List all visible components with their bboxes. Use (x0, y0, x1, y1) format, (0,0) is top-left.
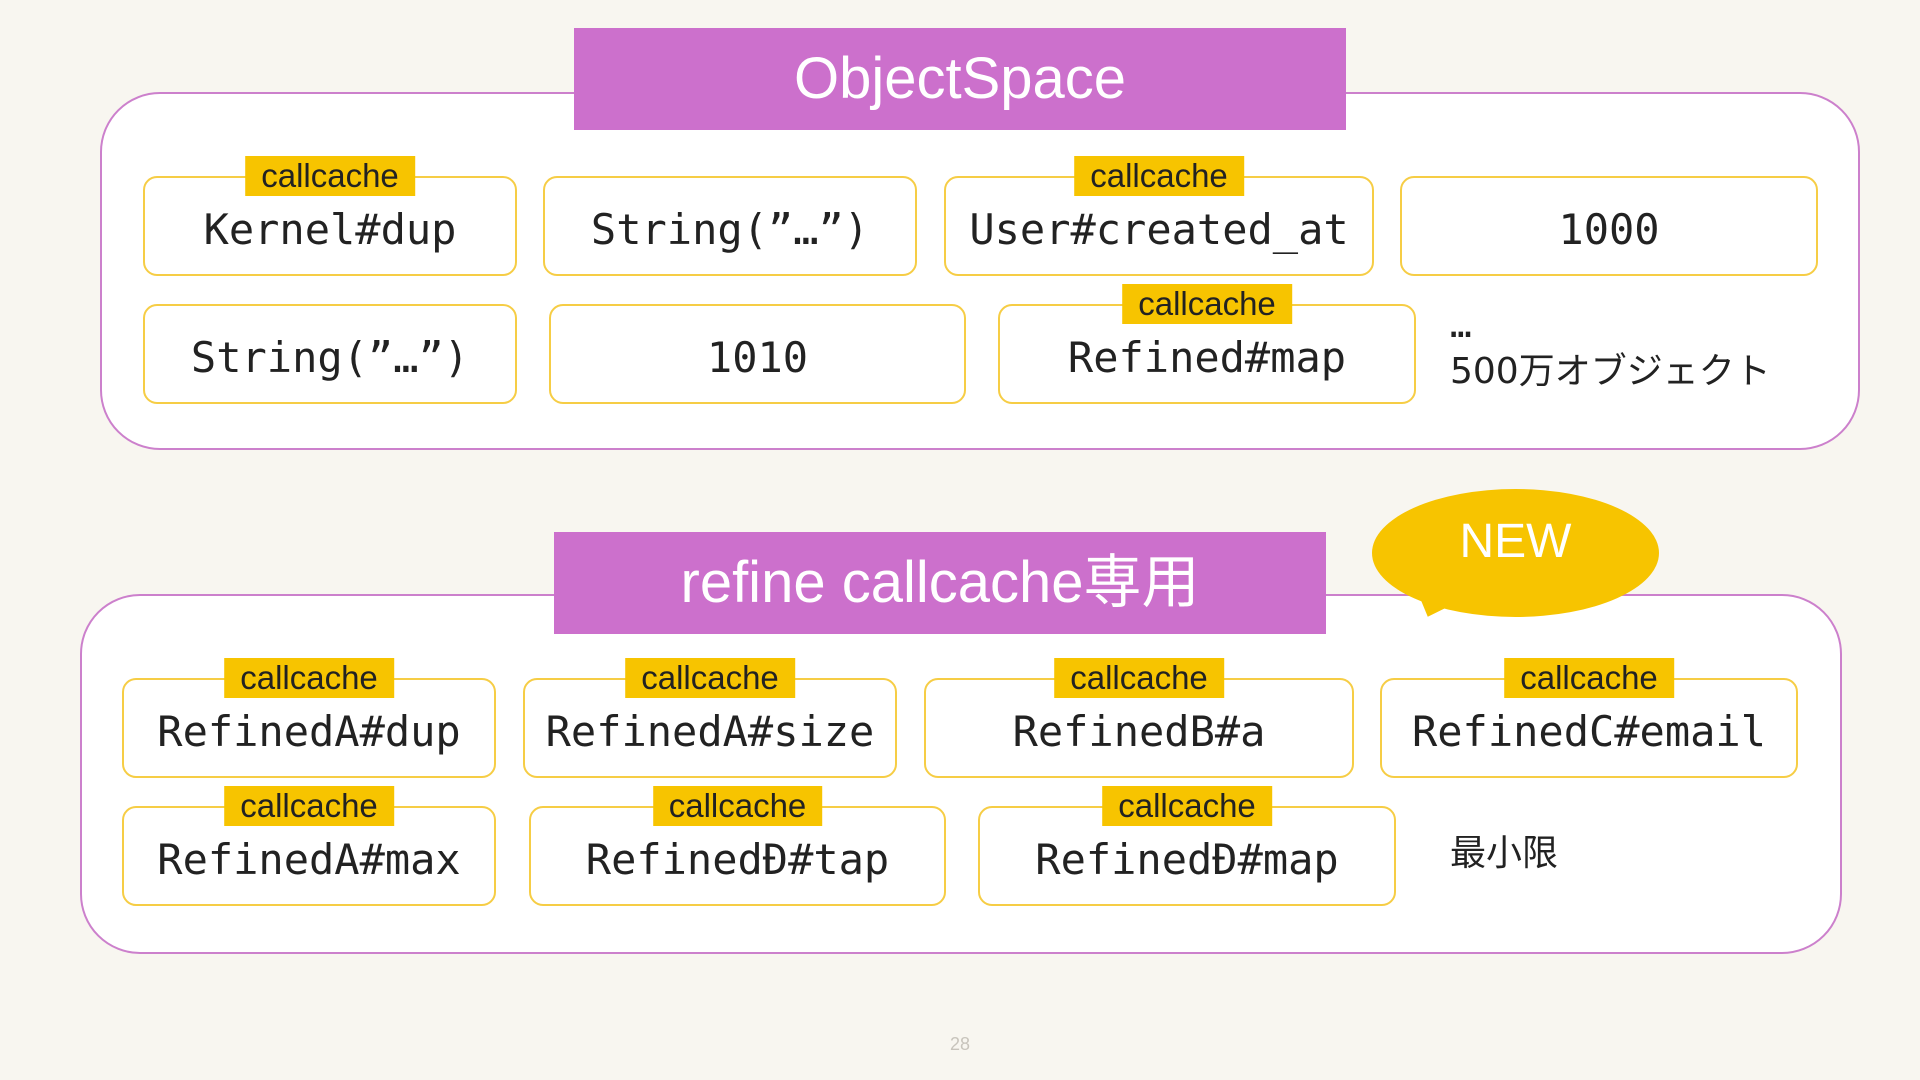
callcache-tag: callcache (1504, 658, 1674, 698)
refine-label: RefinedA#max (157, 835, 461, 884)
refine-label: RefinedĐ#map (1035, 835, 1339, 884)
object-label: 1000 (1558, 205, 1660, 254)
object-box-1000: 1000 (1400, 176, 1818, 276)
refine-box-a-max: callcache RefinedA#max (122, 786, 496, 906)
object-label: User#created_at (969, 205, 1349, 254)
refine-label: RefinedĐ#tap (585, 835, 890, 884)
callcache-tag: callcache (245, 156, 415, 196)
callcache-tag: callcache (1122, 284, 1292, 324)
object-box-string-2: String(”…”) (143, 304, 517, 404)
ellipsis: … (1450, 305, 1472, 346)
slide: ObjectSpace callcache Kernel#dup String(… (0, 0, 1920, 1080)
minimal-note: 最小限 (1450, 833, 1559, 874)
object-box-string: String(”…”) (543, 176, 917, 276)
object-box-user-created-at: callcache User#created_at (944, 156, 1374, 276)
object-label: String(”…”) (190, 333, 470, 382)
callcache-tag: callcache (224, 658, 394, 698)
refine-label: RefinedC#email (1411, 707, 1766, 756)
objectspace-title: ObjectSpace (574, 28, 1346, 130)
refine-box-b-a: callcache RefinedB#a (924, 658, 1354, 778)
object-count-note: 500万オブジェクト (1450, 351, 1771, 392)
new-badge: NEW (1372, 489, 1659, 617)
callcache-tag: callcache (1102, 786, 1272, 826)
callcache-tag: callcache (1054, 658, 1224, 698)
object-box-kernel-dup: callcache Kernel#dup (143, 156, 517, 276)
refine-box-d-tap: callcache RefinedĐ#tap (529, 786, 946, 906)
callcache-tag: callcache (652, 786, 823, 826)
refine-box-d-map: callcache RefinedĐ#map (978, 786, 1396, 906)
refine-label: RefinedB#a (1012, 707, 1266, 756)
object-label: 1010 (706, 333, 809, 382)
object-label: Kernel#dup (203, 205, 457, 254)
callcache-tag: callcache (625, 658, 795, 698)
object-label: Refined#map (1067, 333, 1347, 382)
page-number: 28 (949, 1034, 971, 1054)
refine-label: RefinedA#size (545, 707, 875, 756)
refine-label: RefinedA#dup (157, 707, 461, 756)
object-box-1010: 1010 (549, 304, 966, 404)
object-box-refined-map: callcache Refined#map (998, 284, 1416, 404)
refine-box-a-size: callcache RefinedA#size (523, 658, 897, 778)
refine-box-a-dup: callcache RefinedA#dup (122, 658, 496, 778)
callcache-tag: callcache (1074, 156, 1244, 196)
callcache-tag: callcache (224, 786, 394, 826)
object-label: String(”…”) (590, 205, 870, 254)
refine-box-c-email: callcache RefinedC#email (1380, 658, 1798, 778)
refine-title: refine callcache専用 (554, 532, 1326, 634)
